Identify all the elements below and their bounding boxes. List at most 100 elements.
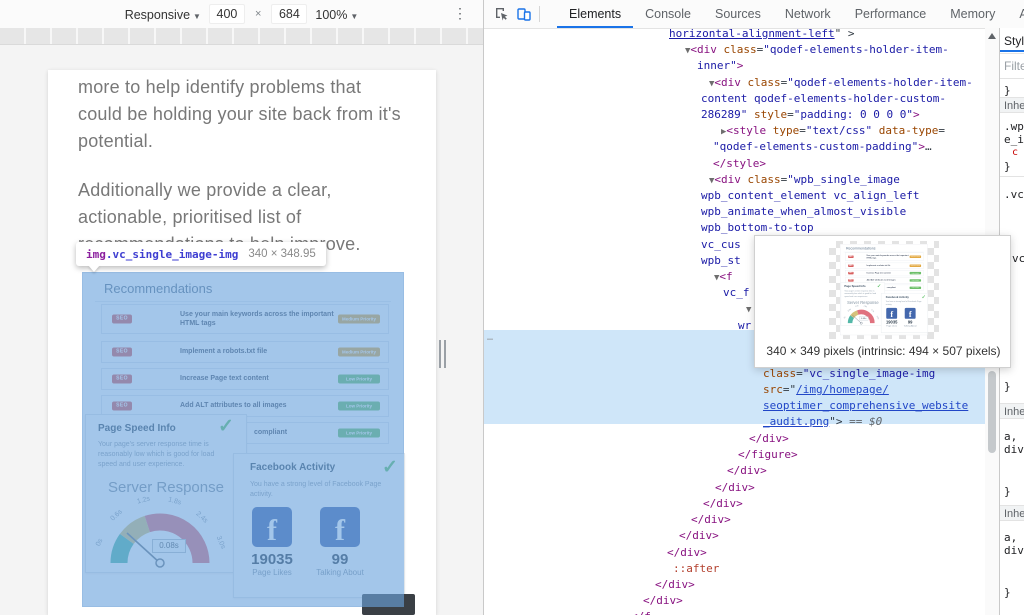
code-line[interactable]: ▼<div class="qodef-elements-holder-item- (685, 42, 949, 58)
css-rule-text[interactable]: vc (1012, 252, 1024, 265)
zoom-select[interactable]: 100%▼ (315, 7, 358, 22)
code-line[interactable]: </div> (655, 577, 695, 593)
code-line[interactable]: </div> (679, 528, 719, 544)
devtools-tabbar: ElementsConsoleSourcesNetworkPerformance… (484, 0, 1024, 29)
css-rule-text[interactable]: .vc (1004, 188, 1024, 201)
code-line[interactable]: </div> (715, 480, 755, 496)
recommendation-text: Implement a robots.txt file (867, 265, 891, 267)
recommendation-text: Use your main keywords across the import… (867, 255, 909, 260)
scrollbar-up-arrow-icon[interactable] (988, 33, 996, 39)
code-line[interactable]: class="vc_single_image-img (763, 366, 935, 382)
code-line[interactable]: ▼<div class="qodef-elements-holder-item- (709, 75, 973, 91)
code-line[interactable]: "qodef-elements-custom-padding">… (713, 139, 932, 155)
css-rule-text[interactable]: } (1004, 485, 1011, 498)
facebook-icon: f (886, 308, 897, 319)
overflow-ellipsis[interactable]: … (487, 332, 493, 343)
viewport-height-input[interactable]: 684 (271, 4, 307, 24)
code-line[interactable]: </div> (691, 512, 731, 528)
priority-badge: Low Priority (910, 287, 921, 289)
inspected-image: RecommendationsSEOUse your main keywords… (82, 272, 404, 607)
check-icon: ✓ (877, 283, 881, 289)
priority-badge: Medium Priority (910, 256, 921, 258)
code-line[interactable]: inner"> (697, 58, 743, 74)
code-line[interactable]: wpb_animate_when_almost_visible (701, 204, 906, 220)
code-line[interactable]: ▼ (746, 301, 751, 317)
code-line[interactable]: src="/img/homepage/ (763, 382, 889, 398)
code-line[interactable]: </div> (703, 496, 743, 512)
viewport-resize-handle[interactable] (439, 340, 447, 368)
css-rule-text[interactable]: a, (1004, 430, 1017, 443)
priority-badge: Medium Priority (910, 265, 921, 267)
code-line[interactable]: content qodef-elements-holder-custom- (701, 91, 946, 107)
tab-styles[interactable]: Styles (1004, 34, 1024, 48)
code-line[interactable]: </style> (713, 156, 766, 172)
device-toolbar-menu-icon[interactable]: ⋮ (453, 5, 467, 22)
code-line[interactable]: wpb_bottom-to-top (701, 220, 814, 236)
code-line[interactable]: </div> (749, 431, 789, 447)
toggle-device-toolbar-icon[interactable] (513, 3, 535, 25)
check-icon: ✓ (922, 294, 926, 300)
inspect-element-icon[interactable] (491, 3, 513, 25)
recommendation-row: SEOUse your main keywords across the imp… (845, 253, 923, 261)
scrollbar-thumb[interactable] (988, 371, 996, 453)
css-rule-text[interactable]: e_i (1004, 133, 1024, 146)
code-line[interactable]: ▼<f (714, 269, 733, 285)
page-paragraph-1: more to help identify problems thatcould… (78, 74, 401, 155)
device-type-select[interactable]: Responsive▼ (125, 7, 201, 22)
css-rule-text[interactable]: } (1004, 84, 1011, 97)
css-rule-text[interactable]: } (1004, 586, 1011, 599)
css-rule-text[interactable]: } (1004, 380, 1011, 393)
css-property[interactable]: c (1012, 147, 1018, 158)
priority-badge: Low Priority (910, 272, 921, 274)
styles-filter-input[interactable]: Filter (1004, 59, 1024, 73)
tab-console[interactable]: Console (633, 0, 703, 28)
recommendation-text: Add ALT attributes to all images (867, 279, 896, 281)
code-line[interactable]: ::after (673, 561, 719, 577)
code-line[interactable]: ▼<div class="wpb_single_image (709, 172, 900, 188)
tooltip-caret (88, 265, 100, 272)
tab-memory[interactable]: Memory (938, 0, 1007, 28)
code-line[interactable]: </f (631, 609, 651, 615)
code-line[interactable]: vc_f (723, 285, 750, 301)
css-rule-text[interactable]: } (1004, 160, 1011, 173)
code-line[interactable]: _audit.png"> == $0 (763, 414, 882, 430)
facebook-activity-card: Facebook Activity✓You have a strong leve… (881, 293, 928, 332)
code-line[interactable]: </div> (727, 463, 767, 479)
tab-performance[interactable]: Performance (843, 0, 939, 28)
device-toolbar: Responsive▼ 400 × 684 100%▼ ⋮ (0, 0, 483, 29)
styles-section-header: Inherited fro (1000, 97, 1024, 113)
css-rule-text[interactable]: div (1004, 544, 1024, 557)
seo-badge: SEO (848, 265, 853, 267)
code-line[interactable]: </figure> (738, 447, 798, 463)
css-rule-text[interactable]: a, (1004, 531, 1017, 544)
code-line[interactable]: wr (738, 318, 751, 334)
horizontal-ruler (0, 28, 483, 45)
css-rule-text[interactable]: .wp (1004, 120, 1024, 133)
code-line[interactable]: ▶<style type="text/css" data-type= (721, 123, 945, 139)
viewport-width-input[interactable]: 400 (209, 4, 245, 24)
tab-application[interactable]: Application (1007, 0, 1024, 28)
code-line[interactable]: wpb_content_element vc_align_left (701, 188, 920, 204)
code-line[interactable]: 286289" style="padding: 0 0 0 0"> (701, 107, 920, 123)
image-preview-thumbnail: RecommendationsSEOUse your main keywords… (840, 244, 928, 335)
page-speed-title: Page Speed Info (844, 285, 865, 288)
facebook-title: Facebook Activity (886, 296, 909, 299)
tab-elements[interactable]: Elements (557, 0, 633, 28)
tab-network[interactable]: Network (773, 0, 843, 28)
code-line[interactable]: seoptimer_comprehensive_website (763, 398, 968, 414)
divider (1000, 53, 1024, 54)
code-line[interactable]: horizontal-alignment-left" > (669, 28, 854, 42)
code-line[interactable]: vc_cus (701, 237, 741, 253)
page-speed-card: Page Speed Info✓Your page's server respo… (841, 283, 885, 326)
code-line[interactable]: </div> (667, 545, 707, 561)
css-rule-text[interactable]: div (1004, 443, 1024, 456)
devtools-highlight-overlay (82, 272, 404, 607)
code-line[interactable]: wpb_st (701, 253, 741, 269)
audit-header: Recommendations (846, 246, 875, 250)
devtools-pane: ElementsConsoleSourcesNetworkPerformance… (483, 0, 1024, 615)
audit-screenshot: RecommendationsSEOUse your main keywords… (840, 244, 928, 335)
code-line[interactable]: </div> (643, 593, 683, 609)
recommendation-text: compliant (887, 287, 896, 289)
styles-tab-underline (1000, 50, 1024, 52)
tab-sources[interactable]: Sources (703, 0, 773, 28)
